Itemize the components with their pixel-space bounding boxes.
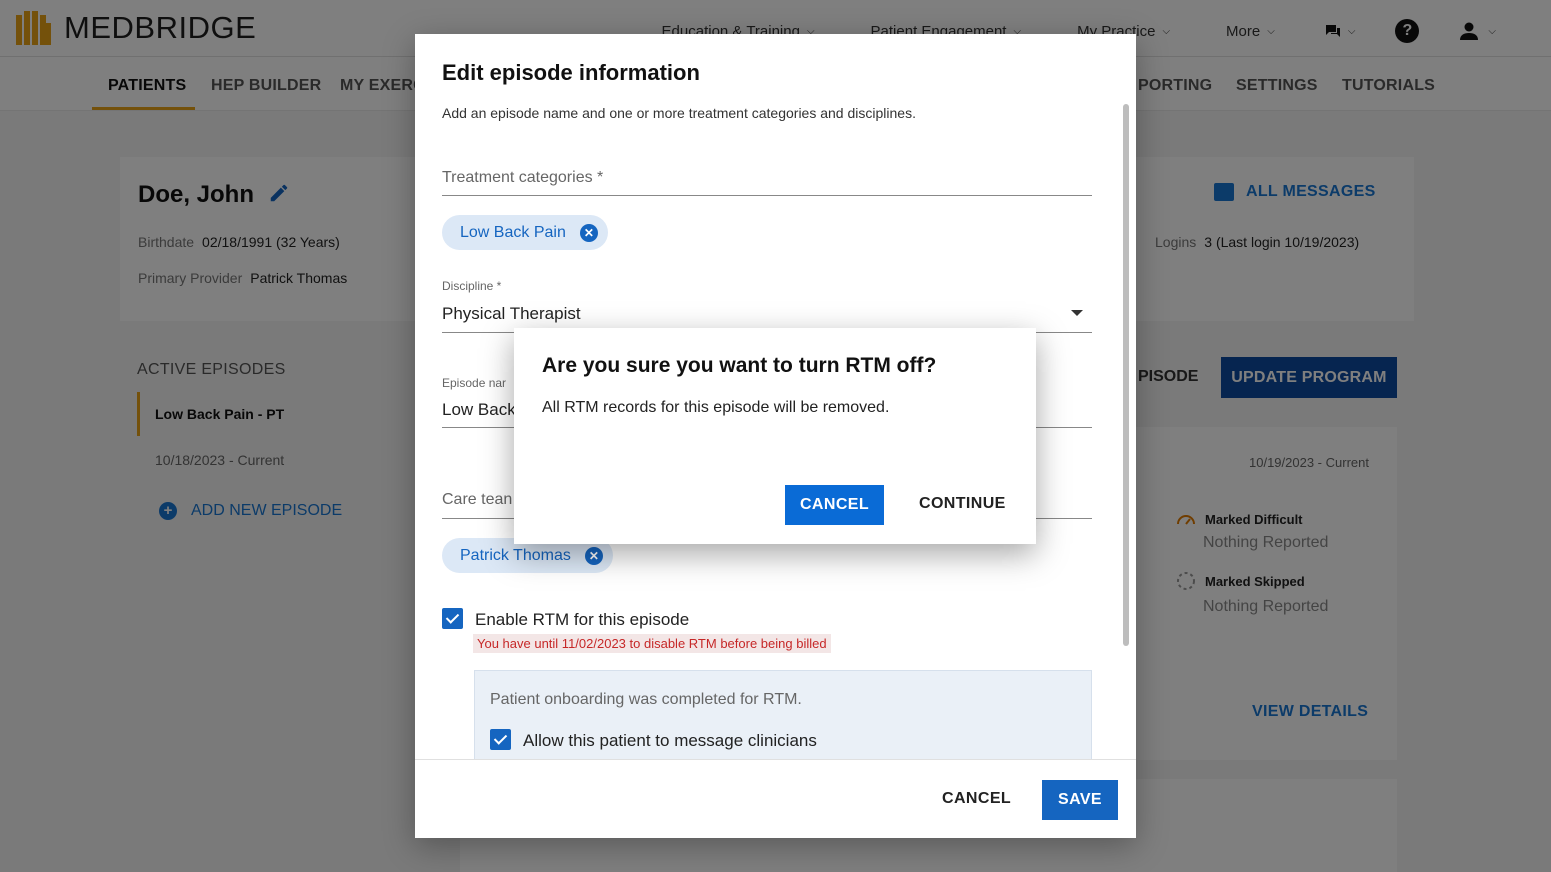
enable-rtm-label: Enable RTM for this episode — [475, 610, 690, 629]
rtm-billing-warning: You have until 11/02/2023 to disable RTM… — [473, 634, 831, 653]
discipline-value: Physical Therapist — [442, 304, 581, 323]
modal-scrollbar[interactable] — [1123, 104, 1129, 646]
treatment-chip: Low Back Pain ✕ — [442, 215, 608, 250]
episode-name-label: Episode nar — [442, 376, 507, 390]
rtm-onboarding-box: Patient onboarding was completed for RTM… — [474, 670, 1092, 770]
confirm-continue-button[interactable]: CONTINUE — [919, 495, 1006, 513]
treatment-categories-placeholder: Treatment categories * — [442, 169, 604, 186]
modal-subtitle: Add an episode name and one or more trea… — [442, 105, 916, 121]
episode-name-value: Low Back — [442, 400, 516, 419]
modal-footer: CANCEL SAVE — [415, 759, 1136, 838]
discipline-label: Discipline * — [442, 279, 502, 293]
enable-rtm-checkbox[interactable] — [442, 608, 463, 629]
confirm-body: All RTM records for this episode will be… — [542, 399, 890, 416]
dropdown-arrow-icon[interactable] — [1071, 310, 1083, 316]
rtm-off-confirm-dialog: Are you sure you want to turn RTM off? A… — [514, 328, 1036, 544]
modal-cancel-button[interactable]: CANCEL — [942, 790, 1011, 808]
modal-save-button[interactable]: SAVE — [1042, 780, 1118, 820]
care-team-placeholder: Care tean — [442, 491, 513, 508]
modal-title: Edit episode information — [442, 60, 700, 85]
allow-messaging-checkbox[interactable] — [490, 729, 511, 750]
allow-messaging-label: Allow this patient to message clinicians — [523, 731, 817, 750]
treatment-categories-field[interactable] — [442, 195, 1092, 196]
confirm-cancel-button[interactable]: CANCEL — [785, 485, 884, 525]
confirm-title: Are you sure you want to turn RTM off? — [542, 354, 937, 377]
remove-chip-icon[interactable]: ✕ — [584, 546, 603, 565]
remove-chip-icon[interactable]: ✕ — [579, 223, 598, 242]
rtm-onboarding-text: Patient onboarding was completed for RTM… — [490, 691, 802, 708]
